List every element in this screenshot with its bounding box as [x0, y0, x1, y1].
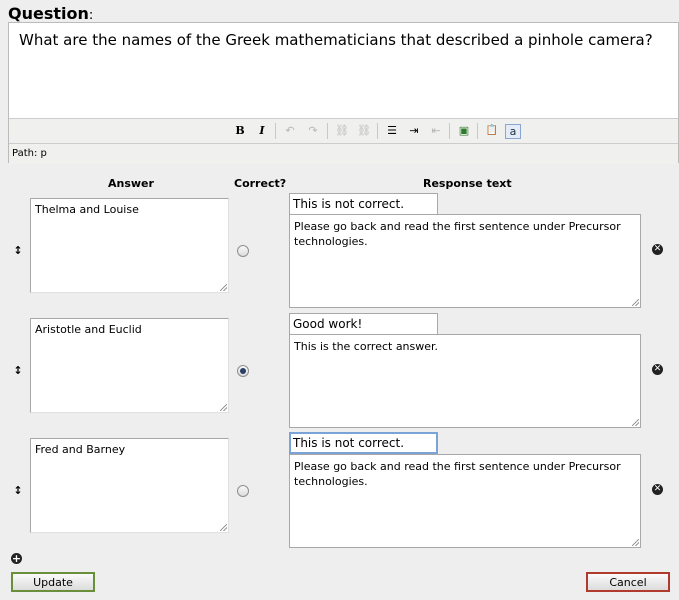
- resize-grip-icon[interactable]: [632, 419, 639, 426]
- bold-icon[interactable]: B: [231, 123, 249, 139]
- editor-path: Path: p: [12, 148, 47, 159]
- response-long-text: This is the correct answer.: [294, 340, 439, 353]
- question-heading: Question:: [8, 4, 93, 23]
- toolbar-separator: [477, 123, 478, 139]
- answer-field[interactable]: Aristotle and Euclid: [30, 318, 229, 413]
- answer-column-header: Answer: [108, 177, 154, 190]
- delete-icon[interactable]: ✕: [652, 244, 663, 255]
- response-column-header: Response text: [423, 177, 512, 190]
- answer-text: Fred and Barney: [35, 443, 126, 456]
- resize-grip-icon[interactable]: [220, 284, 227, 291]
- unlink-icon[interactable]: ⛓: [355, 123, 373, 139]
- resize-grip-icon[interactable]: [220, 524, 227, 531]
- toolbar-separator: [327, 123, 328, 139]
- editor-statusbar: Path: p: [9, 143, 678, 164]
- indent-icon[interactable]: ⇥: [405, 123, 423, 139]
- italic-icon[interactable]: I: [253, 123, 271, 139]
- add-icon[interactable]: +: [11, 553, 22, 564]
- response-long-field[interactable]: Please go back and read the first senten…: [289, 214, 641, 308]
- correct-radio[interactable]: [237, 365, 249, 377]
- outdent-icon[interactable]: ⇤: [427, 123, 445, 139]
- toolbar-separator: [275, 123, 276, 139]
- undo-icon[interactable]: ↶: [281, 123, 299, 139]
- delete-icon[interactable]: ✕: [652, 484, 663, 495]
- drag-handle-icon[interactable]: ↕: [13, 484, 23, 497]
- answer-field[interactable]: Fred and Barney: [30, 438, 229, 533]
- response-long-text: Please go back and read the first senten…: [294, 220, 621, 248]
- update-button[interactable]: Update: [11, 572, 95, 592]
- question-label: Question: [8, 4, 89, 23]
- answer-field[interactable]: Thelma and Louise: [30, 198, 229, 293]
- question-editor-content[interactable]: What are the names of the Greek mathemat…: [9, 23, 678, 117]
- question-text[interactable]: What are the names of the Greek mathemat…: [19, 31, 653, 49]
- editor-toolbar: B I ↶ ↷ ⛓ ⛓ ☰ ⇥ ⇤ ▣ 📋 a: [9, 118, 678, 143]
- redo-icon[interactable]: ↷: [304, 123, 322, 139]
- resize-grip-icon[interactable]: [632, 299, 639, 306]
- correct-radio[interactable]: [237, 245, 249, 257]
- question-colon: :: [88, 8, 94, 23]
- response-short-field[interactable]: Good work!: [289, 313, 438, 335]
- question-editor: What are the names of the Greek mathemat…: [8, 22, 679, 164]
- delete-icon[interactable]: ✕: [652, 364, 663, 375]
- paste-text-icon[interactable]: 📋: [483, 123, 501, 139]
- resize-grip-icon[interactable]: [220, 404, 227, 411]
- answer-text: Thelma and Louise: [35, 203, 139, 216]
- correct-radio[interactable]: [237, 485, 249, 497]
- response-long-field[interactable]: Please go back and read the first senten…: [289, 454, 641, 548]
- answer-text: Aristotle and Euclid: [35, 323, 142, 336]
- bullet-list-icon[interactable]: ☰: [383, 123, 401, 139]
- insert-image-icon[interactable]: ▣: [455, 123, 473, 139]
- response-long-field[interactable]: This is the correct answer.: [289, 334, 641, 428]
- response-short-field[interactable]: This is not correct.: [289, 193, 438, 215]
- cancel-button[interactable]: Cancel: [586, 572, 670, 592]
- response-long-text: Please go back and read the first senten…: [294, 460, 621, 488]
- toolbar-separator: [449, 123, 450, 139]
- drag-handle-icon[interactable]: ↕: [13, 244, 23, 257]
- response-short-field[interactable]: This is not correct.: [289, 432, 438, 454]
- drag-handle-icon[interactable]: ↕: [13, 364, 23, 377]
- toolbar-separator: [377, 123, 378, 139]
- resize-grip-icon[interactable]: [632, 539, 639, 546]
- link-icon[interactable]: ⛓: [333, 123, 351, 139]
- paste-word-icon[interactable]: a: [505, 124, 521, 139]
- correct-column-header: Correct?: [234, 177, 287, 190]
